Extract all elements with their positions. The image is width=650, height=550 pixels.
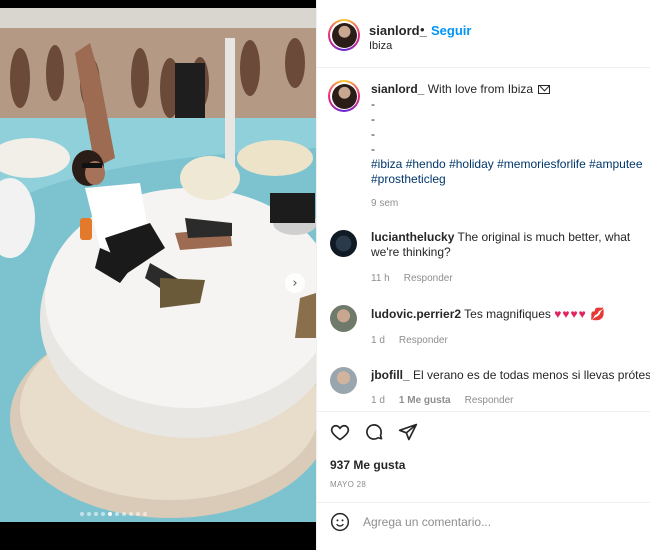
comment-meta: 1 d Responder [371, 335, 448, 346]
carousel-dot [143, 512, 147, 516]
smiley-icon[interactable] [330, 512, 350, 537]
post-actions: 937 Me gusta MAYO 28 [317, 411, 650, 541]
post-media: › [0, 0, 316, 550]
comment-input[interactable] [363, 515, 633, 529]
comment-body: El verano es de todas menos si llevas pr… [413, 368, 650, 382]
comment-meta: 1 d 1 Me gusta Responder [371, 395, 514, 406]
post-location[interactable]: Ibiza [369, 40, 392, 52]
love-letter-icon [538, 85, 551, 95]
caption-username[interactable]: sianlord_ [371, 82, 424, 96]
carousel-dot [115, 512, 119, 516]
separator-dot: • [420, 22, 425, 37]
caption-dash: - [371, 142, 375, 156]
caption-hashtags[interactable]: #ibiza #hendo #holiday #memoriesforlife … [371, 157, 643, 186]
author-avatar[interactable] [328, 19, 360, 51]
reply-button[interactable]: Responder [399, 335, 448, 346]
pool-scene-image [0, 8, 316, 522]
follow-button[interactable]: Seguir [431, 23, 471, 38]
comment-meta: 11 h Responder [371, 273, 453, 284]
comment-time: 1 d [371, 335, 385, 346]
post-date: MAYO 28 [330, 480, 367, 489]
comment-body: Tes magnifiques [464, 307, 551, 321]
comment-time: 11 h [371, 273, 390, 284]
commenter-avatar[interactable] [330, 230, 357, 257]
comment-text: ludovic.perrier2 Tes magnifiques ♥♥♥♥ 💋 [371, 307, 650, 322]
carousel-dot [87, 512, 91, 516]
post-header: sianlord_ • Seguir Ibiza [317, 0, 650, 68]
commenter-username[interactable]: lucianthelucky [371, 230, 454, 244]
post-panel: sianlord_ • Seguir Ibiza sianlord_ With … [316, 0, 650, 550]
action-icons [329, 421, 419, 443]
heart-icon[interactable] [329, 421, 351, 443]
caption-text-block: sianlord_ With love from Ibiza - - - - #… [371, 82, 646, 187]
comment-likes[interactable]: 1 Me gusta [399, 395, 451, 406]
heart-emoji-icon: ♥♥♥♥ [554, 307, 587, 321]
carousel-dot [136, 512, 140, 516]
commenter-avatar[interactable] [330, 367, 357, 394]
paper-plane-icon[interactable] [397, 421, 419, 443]
reply-button[interactable]: Responder [404, 273, 453, 284]
like-count[interactable]: 937 Me gusta [330, 458, 405, 472]
carousel-dot [80, 512, 84, 516]
carousel-dot [122, 512, 126, 516]
carousel-dot [101, 512, 105, 516]
caption-dash: - [371, 112, 375, 126]
comment-time: 1 d [371, 395, 385, 406]
caption-timestamp: 9 sem [371, 198, 399, 209]
commenter-username[interactable]: ludovic.perrier2 [371, 307, 461, 321]
carousel-dot [94, 512, 98, 516]
commenter-avatar[interactable] [330, 305, 357, 332]
carousel-dot [129, 512, 133, 516]
kiss-emoji-icon: 💋 [590, 307, 606, 321]
comment-text: lucianthelucky The original is much bett… [371, 230, 650, 260]
comment-text: jbofill_ El verano es de todas menos si … [371, 368, 650, 383]
author-username[interactable]: sianlord_ [369, 23, 427, 38]
comment-bubble-icon[interactable] [363, 421, 385, 443]
add-comment-bar [317, 502, 650, 542]
chevron-right-icon[interactable]: › [285, 273, 305, 293]
caption-avatar[interactable] [328, 80, 360, 112]
commenter-username[interactable]: jbofill_ [371, 368, 410, 382]
carousel-indicator [80, 512, 147, 516]
caption-message: With love from Ibiza [427, 82, 534, 96]
post-photo[interactable]: › [0, 8, 316, 522]
caption-dash: - [371, 127, 375, 141]
reply-button[interactable]: Responder [465, 395, 514, 406]
caption-dash: - [371, 97, 375, 111]
carousel-dot [108, 512, 112, 516]
